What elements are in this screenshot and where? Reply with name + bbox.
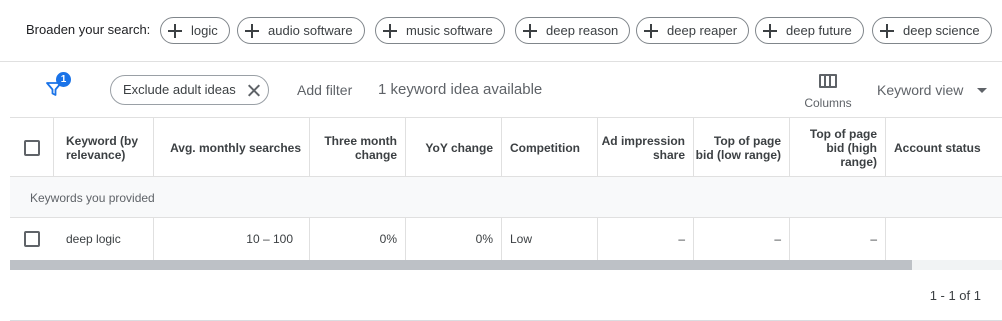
broaden-chip-deep-reaper[interactable]: deep reaper — [636, 17, 750, 44]
cell-three-month-change: 0% — [310, 218, 406, 260]
col-top-bid-high[interactable]: Top of page bid (high range) — [790, 118, 886, 177]
col-top-bid-low[interactable]: Top of page bid (low range) — [694, 118, 790, 177]
broaden-chip-music-software[interactable]: music software — [375, 17, 505, 44]
col-ad-impression-share[interactable]: Ad impression share — [598, 118, 694, 177]
cell-account-status — [886, 218, 1002, 260]
filter-count-badge: 1 — [56, 72, 71, 87]
broaden-label: Broaden your search: — [26, 22, 151, 37]
pagination-label: 1 - 1 of 1 — [929, 288, 981, 303]
plus-icon — [644, 23, 658, 38]
filter-bar: 1 Exclude adult ideas Add filter 1 keywo… — [10, 64, 1002, 118]
group-label: Keywords you provided — [30, 191, 155, 205]
add-filter-button[interactable]: Add filter — [297, 82, 352, 98]
table-header: Keyword (by relevance) Avg. monthly sear… — [10, 118, 1002, 177]
cell-competition: Low — [502, 218, 598, 260]
col-keyword[interactable]: Keyword (by relevance) — [54, 118, 154, 177]
col-account-status[interactable]: Account status — [886, 118, 1002, 177]
select-all-cell — [10, 118, 54, 177]
cell-avg-monthly-searches: 10 – 100 — [154, 218, 310, 260]
scrollbar-thumb[interactable] — [10, 260, 912, 270]
cell-top-bid-high: – — [790, 218, 886, 260]
horizontal-scrollbar[interactable] — [10, 260, 1002, 270]
col-yoy-change[interactable]: YoY change — [406, 118, 502, 177]
broaden-chip-deep-future[interactable]: deep future — [755, 17, 864, 44]
broaden-chip-deep-science[interactable]: deep science — [872, 17, 992, 44]
col-three-month-change[interactable]: Three month change — [310, 118, 406, 177]
table-row: deep logic 10 – 100 0% 0% Low – – – — [10, 218, 1002, 260]
columns-button[interactable]: Columns — [800, 72, 856, 112]
cell-yoy-change: 0% — [406, 218, 502, 260]
broaden-chip-deep-reason[interactable]: deep reason — [515, 17, 631, 44]
col-avg-monthly-searches[interactable]: Avg. monthly searches — [154, 118, 310, 177]
broaden-search-bar: Broaden your search: logic audio softwar… — [0, 0, 1002, 62]
plus-icon — [880, 23, 894, 38]
cell-top-bid-low: – — [694, 218, 790, 260]
columns-icon — [819, 74, 837, 88]
row-checkbox[interactable] — [24, 231, 40, 247]
broaden-chip-logic[interactable]: logic — [160, 17, 230, 44]
cell-ad-impression-share: – — [598, 218, 694, 260]
plus-icon — [763, 23, 777, 38]
col-competition[interactable]: Competition — [502, 118, 598, 177]
plus-icon — [245, 23, 259, 38]
plus-icon — [383, 23, 397, 38]
group-row-provided: Keywords you provided — [10, 177, 1002, 218]
keyword-view-dropdown[interactable]: Keyword view — [877, 82, 963, 98]
exclude-adult-ideas-chip[interactable]: Exclude adult ideas — [110, 75, 269, 105]
keyword-ideas-card: 1 Exclude adult ideas Add filter 1 keywo… — [10, 64, 1002, 321]
caret-down-icon[interactable] — [977, 88, 987, 93]
cell-keyword: deep logic — [54, 218, 154, 260]
plus-icon — [523, 23, 537, 38]
plus-icon — [168, 23, 182, 38]
row-select-cell — [10, 218, 54, 260]
broaden-chip-audio-software[interactable]: audio software — [237, 17, 365, 44]
keyword-ideas-count: 1 keyword idea available — [378, 81, 543, 98]
select-all-checkbox[interactable] — [23, 139, 40, 156]
close-icon[interactable] — [248, 84, 260, 96]
